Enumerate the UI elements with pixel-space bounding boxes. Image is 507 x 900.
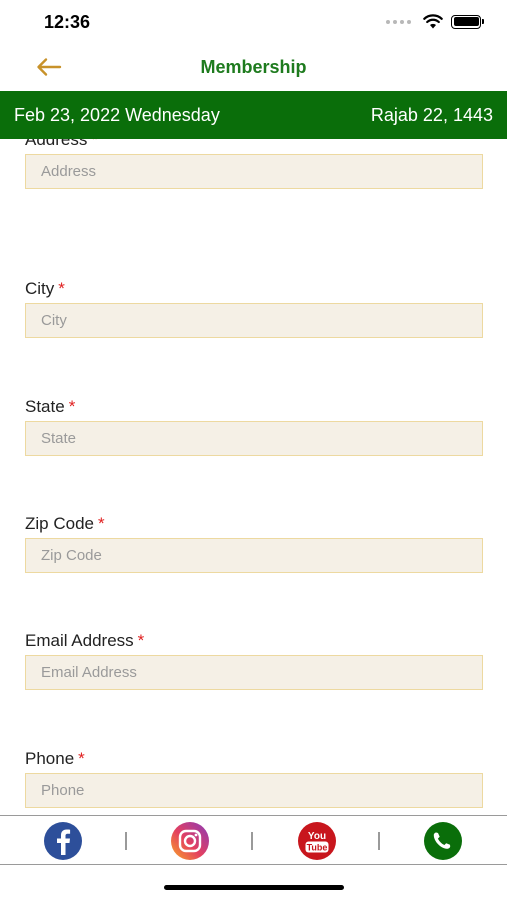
zip-code-input[interactable] [25, 538, 483, 573]
address-field-group: Address * [25, 139, 483, 189]
status-time: 12:36 [44, 12, 91, 32]
membership-form[interactable]: Address* City* State* Zip Code* Email Ad… [0, 139, 507, 815]
state-field-group: State * [25, 397, 483, 456]
zip-code-label: Zip Code * [25, 514, 105, 533]
social-bar: You Tube [0, 815, 507, 865]
battery-icon [451, 14, 484, 29]
facebook-button[interactable] [40, 822, 86, 860]
call-button[interactable] [420, 822, 466, 860]
gregorian-date: Feb 23, 2022 Wednesday [14, 104, 220, 125]
state-input[interactable] [25, 421, 483, 456]
zip-code-field-group: Zip Code * [25, 514, 483, 573]
cellular-signal-icon [386, 19, 411, 24]
date-bar: Feb 23, 2022 Wednesday Rajab 22, 1443 [0, 91, 507, 139]
phone-icon [424, 822, 462, 860]
status-bar: 12:36 [0, 0, 507, 46]
status-icons [386, 14, 484, 29]
hijri-date: Rajab 22, 1443 [370, 104, 493, 125]
separator [125, 832, 127, 850]
phone-input[interactable] [25, 773, 483, 808]
address-input[interactable] [25, 154, 483, 189]
state-label: State * [25, 397, 76, 416]
facebook-icon [44, 822, 82, 860]
city-label: City * [25, 279, 65, 298]
youtube-logo-text: Tube [307, 842, 328, 852]
email-field-group: Email Address * [25, 631, 483, 690]
youtube-icon: You Tube [298, 822, 336, 860]
separator [378, 832, 380, 850]
youtube-logo-text: You [308, 831, 326, 842]
city-field-group: City * [25, 279, 483, 338]
phone-field-group: Phone * [25, 749, 483, 808]
instagram-icon [171, 822, 209, 860]
home-indicator [164, 885, 344, 890]
youtube-button[interactable]: You Tube [294, 822, 340, 860]
city-input[interactable] [25, 303, 483, 338]
address-label: Address * [25, 139, 98, 149]
email-label: Email Address * [25, 631, 145, 650]
email-input[interactable] [25, 655, 483, 690]
instagram-button[interactable] [167, 822, 213, 860]
separator [251, 832, 253, 850]
wifi-icon [423, 14, 443, 29]
phone-label: Phone * [25, 749, 85, 768]
page-title: Membership [200, 57, 307, 77]
nav-bar: Membership [0, 46, 507, 90]
